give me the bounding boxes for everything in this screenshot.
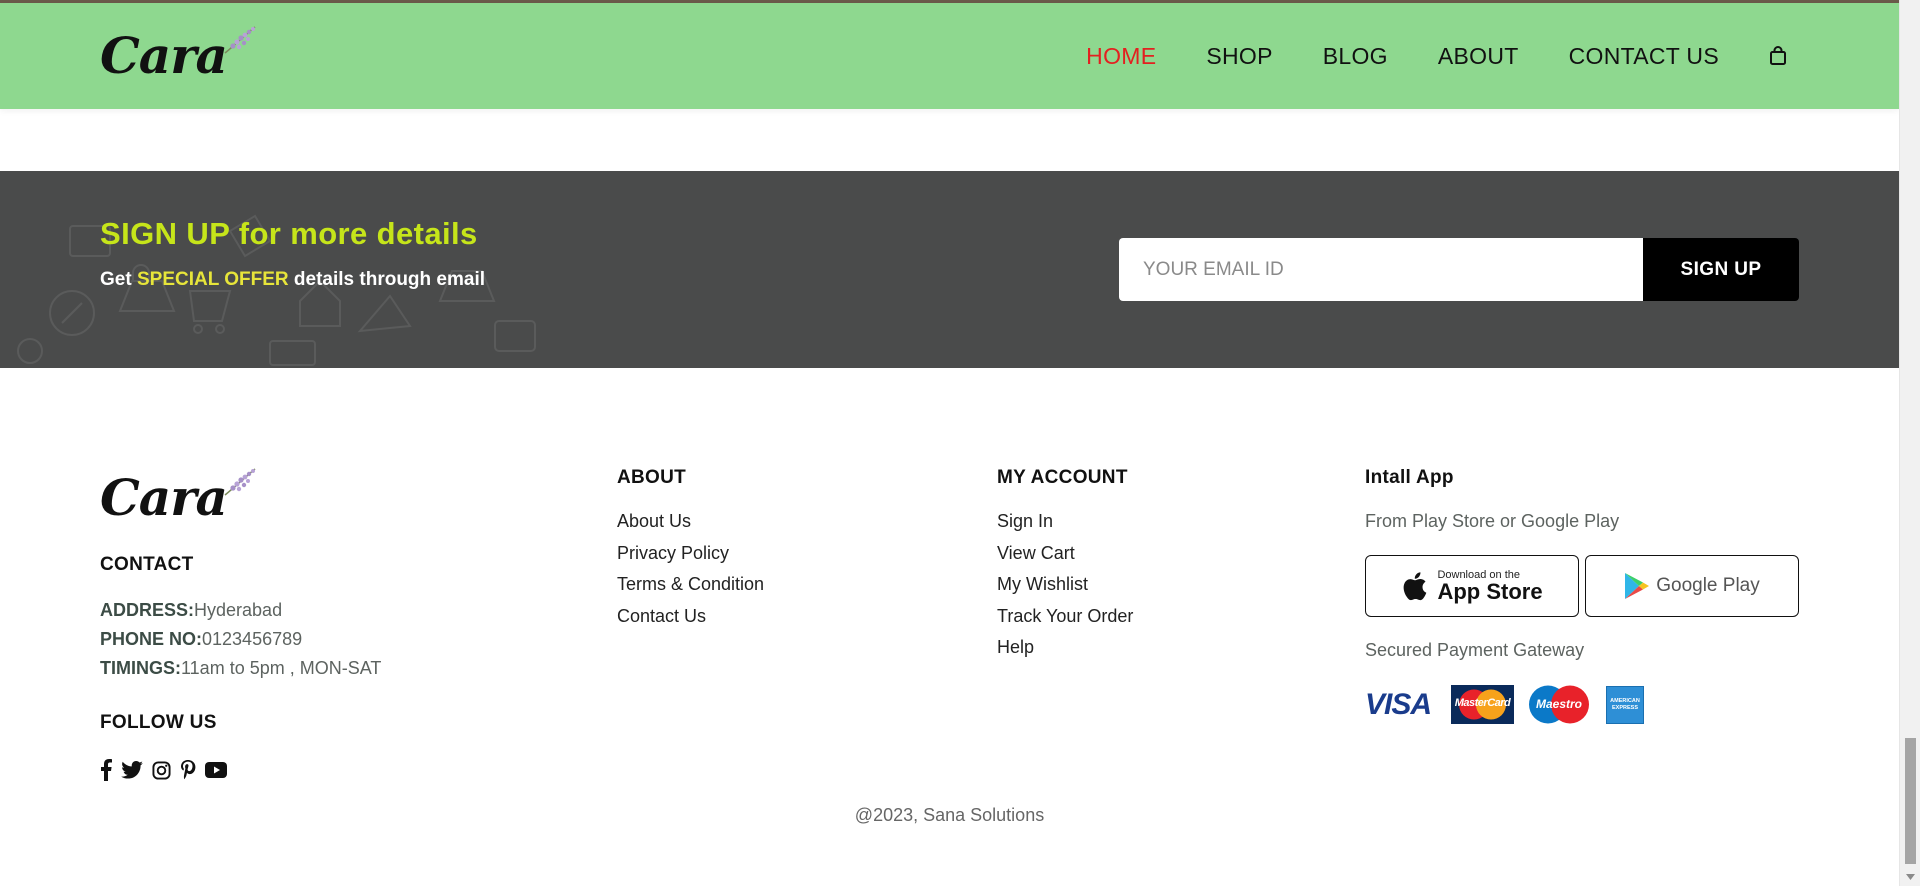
google-play-icon [1625,573,1650,599]
sign-up-button[interactable]: SIGN UP [1643,238,1799,301]
phone-line: PHONE NO:0123456789 [100,629,302,650]
newsletter-subtitle: Get SPECIAL OFFER details through email [100,269,485,291]
link-sign-in[interactable]: Sign In [997,506,1133,538]
nav-home[interactable]: HOME [1086,43,1156,70]
footer-logo-text: Cara [100,468,228,527]
site-header: Cara HOME SHOP BLOG ABOUT CONTACT US [0,3,1899,109]
link-help[interactable]: Help [997,632,1133,664]
timings-line: TIMINGS:11am to 5pm , MON-SAT [100,658,381,679]
social-icons [100,759,236,781]
mastercard-logo: MasterCard [1451,685,1514,724]
amex-logo: AMERICAN EXPRESS [1606,685,1644,724]
twitter-icon[interactable] [121,761,143,779]
scroll-down-arrow-icon[interactable] [1900,870,1920,884]
payment-heading: Secured Payment Gateway [1365,640,1585,660]
link-about-us[interactable]: About Us [617,506,764,538]
google-play-button[interactable]: Google Play [1585,555,1799,617]
address-line: ADDRESS:Hyderabad [100,600,282,621]
email-input[interactable] [1119,238,1643,301]
maestro-logo: Maestro [1526,685,1592,724]
nav-contact-us[interactable]: CONTACT US [1569,43,1719,70]
install-app-heading: Intall App [1365,467,1454,488]
amex-text: AMERICAN EXPRESS [1610,698,1640,711]
account-links: Sign In View Cart My Wishlist Track Your… [997,506,1133,664]
newsletter-subtitle-prefix: Get [100,269,132,290]
apple-icon [1404,572,1427,601]
site-footer: Cara CONTACT ADDRESS:Hyderabad PHONE NO:… [0,368,1899,886]
vertical-scrollbar[interactable] [1899,0,1920,886]
footer-logo[interactable]: Cara [100,467,257,523]
contact-heading: CONTACT [100,554,194,575]
main-nav: HOME SHOP BLOG ABOUT CONTACT US [1036,3,1787,109]
nav-about[interactable]: ABOUT [1438,43,1519,70]
lavender-sprig-icon [224,468,256,496]
link-view-cart[interactable]: View Cart [997,538,1133,570]
link-track-order[interactable]: Track Your Order [997,601,1133,633]
youtube-icon[interactable] [205,762,227,778]
lavender-sprig-icon [224,26,256,54]
facebook-icon[interactable] [100,759,112,781]
app-store-button[interactable]: Download on the App Store [1365,555,1579,617]
about-heading: ABOUT [617,467,687,488]
maestro-text: Maestro [1535,697,1582,711]
address-value: Hyderabad [194,600,283,620]
visa-logo: VISA [1365,686,1437,724]
about-links: About Us Privacy Policy Terms & Conditio… [617,506,764,632]
visa-text: VISA [1365,687,1432,721]
link-terms-condition[interactable]: Terms & Condition [617,569,764,601]
copyright-text: @2023, Sana Solutions [854,805,1045,825]
shopping-bag-icon[interactable] [1769,46,1787,66]
phone-label: PHONE NO: [100,629,203,649]
newsletter-section: SIGN UP for more details Get SPECIAL OFF… [0,171,1899,368]
newsletter-form: SIGN UP [1119,238,1799,301]
mastercard-text: MasterCard [1454,697,1511,709]
link-privacy-policy[interactable]: Privacy Policy [617,538,764,570]
address-label: ADDRESS: [100,600,195,620]
follow-us-heading: FOLLOW US [100,712,217,733]
header-logo[interactable]: Cara [100,25,257,81]
phone-value: 0123456789 [202,629,303,649]
scroll-up-arrow-icon[interactable] [1900,2,1920,16]
newsletter-title: SIGN UP for more details [100,216,478,251]
scrollbar-thumb[interactable] [1905,738,1916,864]
google-play-text: Google Play [1656,575,1760,596]
my-account-heading: MY ACCOUNT [997,467,1128,488]
app-store-text: Download on the App Store [1437,569,1543,604]
link-contact-us[interactable]: Contact Us [617,601,764,633]
install-app-subtitle: From Play Store or Google Play [1365,511,1620,531]
nav-shop[interactable]: SHOP [1206,43,1272,70]
page-viewport: Cara HOME SHOP BLOG ABOUT CONTACT US SIG… [0,0,1920,886]
link-my-wishlist[interactable]: My Wishlist [997,569,1133,601]
nav-blog[interactable]: BLOG [1323,43,1388,70]
timings-label: TIMINGS: [100,658,181,678]
newsletter-special-offer: SPECIAL OFFER [136,269,289,290]
timings-value: 11am to 5pm , MON-SAT [181,658,382,678]
payment-logos: VISA MasterCard Maestro AMERICAN EXPRESS [1365,685,1644,724]
instagram-icon[interactable] [152,760,171,780]
pinterest-icon[interactable] [180,760,196,780]
newsletter-subtitle-suffix: details through email [293,269,486,290]
logo-text: Cara [100,26,228,85]
app-store-big-text: App Store [1437,578,1543,604]
